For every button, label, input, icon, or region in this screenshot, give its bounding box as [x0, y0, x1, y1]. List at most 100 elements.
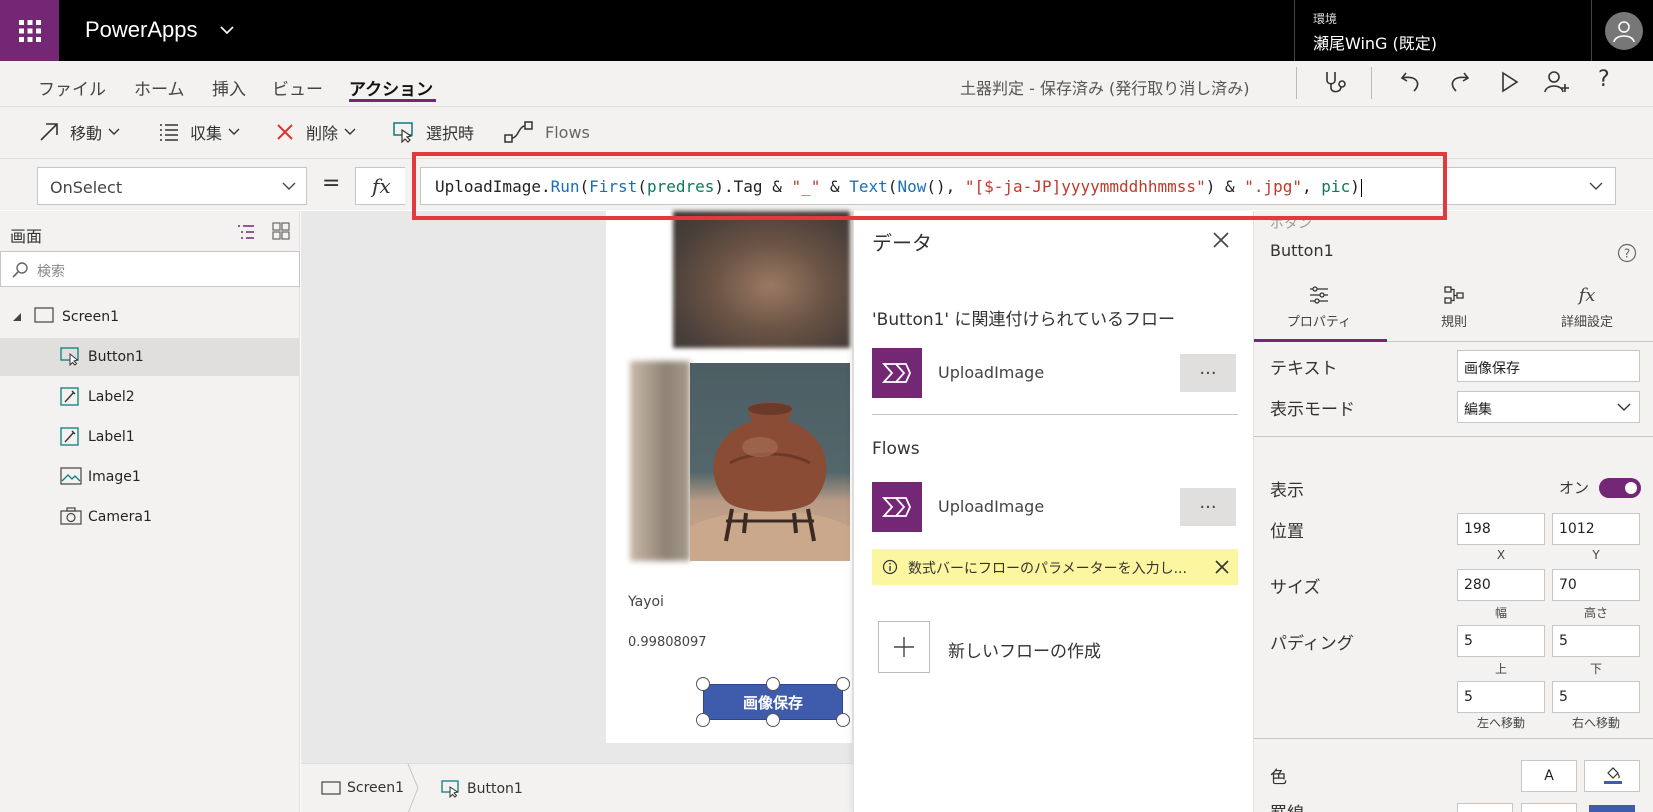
paint-bucket-icon [1604, 767, 1622, 784]
breadcrumb: Screen1 Button1 [301, 763, 853, 812]
tree-item-label: Image1 [88, 469, 141, 485]
delete-button[interactable]: 削除 [274, 120, 356, 144]
app-checker-icon[interactable] [1321, 69, 1349, 97]
padding-label: パディング [1270, 634, 1354, 654]
tab-properties[interactable]: プロパティ [1254, 285, 1384, 330]
visible-label: 表示 [1270, 481, 1304, 501]
fx-button[interactable]: fx [355, 167, 405, 205]
data-flyout: データ 'Button1' に関連付けられているフロー UploadImage … [853, 211, 1253, 812]
undo-icon[interactable] [1398, 69, 1424, 95]
help-icon[interactable]: ? [1598, 67, 1610, 92]
expand-triangle-icon[interactable] [12, 312, 22, 322]
tree-search-input[interactable]: 検索 [0, 251, 300, 287]
divider [872, 414, 1238, 415]
divider [1371, 67, 1372, 99]
text-color-button[interactable]: A [1521, 760, 1577, 792]
menu-insert[interactable]: 挿入 [212, 75, 246, 100]
border-color-swatch[interactable] [1589, 805, 1635, 812]
property-dropdown[interactable]: OnSelect [37, 167, 307, 205]
tree-item-label1[interactable]: Label1 [0, 418, 300, 456]
menu-file[interactable]: ファイル [38, 75, 106, 100]
play-icon[interactable] [1496, 69, 1522, 95]
resize-handle[interactable] [836, 713, 850, 727]
border-width-input[interactable] [1521, 803, 1577, 812]
flow-name: UploadImage [938, 363, 1045, 382]
border-style-dropdown[interactable] [1457, 803, 1513, 812]
properties-panel: ボタン Button1 ? プロパティ 規則 fx 詳細設定 テキスト 画像保存… [1253, 211, 1653, 812]
camera-preview[interactable] [673, 211, 850, 348]
tree-item-image1[interactable]: Image1 [0, 458, 300, 496]
tree-list-view-icon[interactable] [236, 223, 256, 241]
padding-top-input[interactable]: 5 [1457, 625, 1545, 657]
padding-right-input[interactable]: 5 [1552, 681, 1640, 713]
text-input[interactable]: 画像保存 [1457, 350, 1640, 382]
position-x-input[interactable]: 198 [1457, 513, 1545, 545]
user-icon [1613, 21, 1635, 43]
top-bar: PowerApps 環境 瀬尾WinG (既定) [0, 0, 1653, 61]
close-icon[interactable] [1212, 231, 1230, 249]
help-circle-icon[interactable]: ? [1617, 243, 1637, 263]
app-launcher-button[interactable] [0, 0, 59, 61]
more-options-button[interactable]: ··· [1180, 488, 1236, 526]
flows-button[interactable]: Flows [503, 120, 590, 144]
control-name[interactable]: Button1 [1270, 241, 1334, 260]
text-label: テキスト [1270, 359, 1338, 379]
tree-item-label2[interactable]: Label2 [0, 378, 300, 416]
tree-item-label: Screen1 [62, 309, 120, 325]
image-icon [60, 467, 82, 485]
associated-flows-heading: 'Button1' に関連付けられているフロー [872, 310, 1175, 330]
tree-item-camera1[interactable]: Camera1 [0, 498, 300, 536]
formula-highlight-box [412, 152, 1447, 220]
menu-actions[interactable]: アクション [349, 75, 433, 100]
chevron-down-icon[interactable] [1589, 182, 1603, 191]
on-select-button[interactable]: 選択時 [392, 120, 474, 144]
visible-toggle[interactable] [1599, 478, 1641, 498]
padding-left-input[interactable]: 5 [1457, 681, 1545, 713]
resize-handle[interactable] [766, 713, 780, 727]
thumbnail-view-icon[interactable] [272, 222, 290, 240]
tree-item-screen1[interactable]: Screen1 [0, 298, 300, 336]
display-mode-dropdown[interactable]: 編集 [1457, 391, 1640, 423]
fill-color-button[interactable] [1584, 760, 1640, 792]
resize-handle[interactable] [696, 713, 710, 727]
app-title[interactable]: PowerApps [85, 17, 198, 43]
close-icon[interactable] [1215, 560, 1229, 574]
resize-handle[interactable] [836, 677, 850, 691]
environment-picker[interactable]: 環境 瀬尾WinG (既定) [1294, 0, 1592, 61]
label-prediction-score[interactable]: 0.99808097 [628, 635, 707, 650]
flow-item[interactable]: UploadImage ··· [872, 482, 1238, 532]
position-y-input[interactable]: 1012 [1552, 513, 1640, 545]
tab-advanced[interactable]: fx 詳細設定 [1522, 285, 1652, 330]
padding-bottom-input[interactable]: 5 [1552, 625, 1640, 657]
resize-handle[interactable] [766, 677, 780, 691]
app-screen[interactable]: Yayoi 0.99808097 画像保存 [606, 211, 852, 743]
menu-view[interactable]: ビュー [272, 75, 323, 100]
image-control[interactable] [690, 363, 850, 561]
label-prediction-tag[interactable]: Yayoi [628, 594, 664, 610]
avatar[interactable] [1605, 12, 1643, 50]
breadcrumb-screen1[interactable]: Screen1 [321, 780, 404, 796]
redo-icon[interactable] [1446, 69, 1472, 95]
resize-handle[interactable] [696, 677, 710, 691]
height-input[interactable]: 70 [1552, 569, 1640, 601]
tab-rules[interactable]: 規則 [1389, 285, 1519, 330]
tree-item-label: Camera1 [88, 509, 152, 525]
y-caption: Y [1592, 548, 1600, 562]
new-flow-button[interactable] [878, 621, 930, 673]
associated-flow-item[interactable]: UploadImage ··· [872, 348, 1238, 398]
move-button[interactable]: 移動 [38, 120, 120, 144]
menu-home[interactable]: ホーム [134, 75, 185, 100]
more-options-button[interactable]: ··· [1180, 354, 1236, 392]
chevron-down-icon[interactable] [220, 25, 234, 35]
breadcrumb-button1[interactable]: Button1 [441, 780, 523, 798]
search-icon [12, 262, 28, 278]
share-user-icon[interactable] [1543, 69, 1571, 95]
width-input[interactable]: 280 [1457, 569, 1545, 601]
breadcrumb-separator-icon [407, 764, 419, 812]
flow-app-icon [872, 348, 922, 398]
new-flow-label[interactable]: 新しいフローの作成 [948, 637, 1101, 662]
tree-item-button1[interactable]: Button1 [0, 338, 300, 376]
search-placeholder: 検索 [37, 264, 65, 280]
collect-button[interactable]: 収集 [158, 120, 240, 144]
breadcrumb-label: Button1 [467, 781, 523, 797]
